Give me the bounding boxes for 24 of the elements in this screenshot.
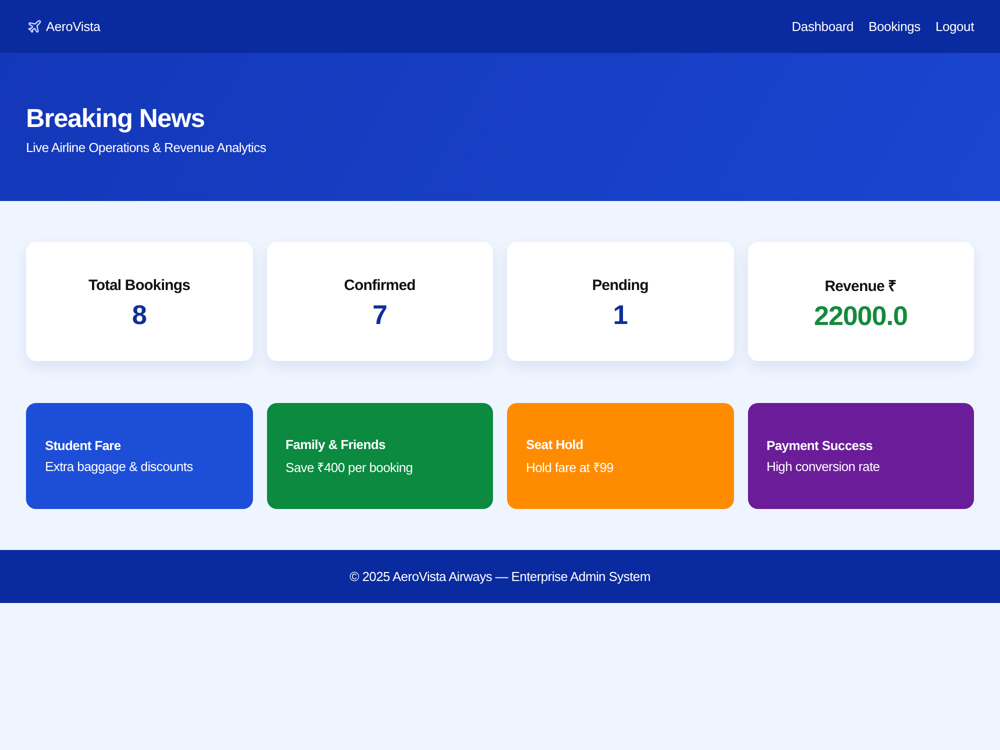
promo-text: Extra baggage & discounts: [45, 459, 193, 474]
stat-label: Revenue ₹: [824, 277, 897, 295]
promo-text: Save ₹400 per booking: [286, 458, 413, 476]
stat-label: Total Bookings: [88, 276, 190, 294]
nav-link[interactable]: Bookings: [868, 19, 920, 34]
promo-title: Seat Hold: [526, 436, 584, 452]
stat-value: 8: [132, 300, 146, 330]
promo-title: Student Fare: [45, 438, 121, 453]
airplane-icon: [27, 19, 42, 34]
footer-text: © 2025 AeroVista Airways — Enterprise Admin System: [350, 569, 650, 584]
hero-title: Breaking News: [26, 103, 205, 134]
stat-value: 1: [613, 300, 628, 330]
stat-label: Pending: [592, 276, 648, 294]
nav-link[interactable]: Dashboard: [792, 19, 854, 34]
promo-title: Payment Success: [766, 438, 873, 453]
nav-link[interactable]: Logout: [935, 19, 974, 34]
brand-name[interactable]: AeroVista: [46, 19, 100, 34]
hero-subtitle: Live Airline Operations & Revenue Analytics: [26, 140, 266, 155]
stat-label: Confirmed: [344, 276, 416, 294]
promo-text: Hold fare at ₹99: [526, 458, 614, 476]
promo-text: High conversion rate: [766, 459, 880, 474]
promo-title: Family & Friends: [286, 436, 386, 452]
stat-value: 22000.0: [814, 301, 908, 332]
stat-value: 7: [372, 300, 387, 330]
